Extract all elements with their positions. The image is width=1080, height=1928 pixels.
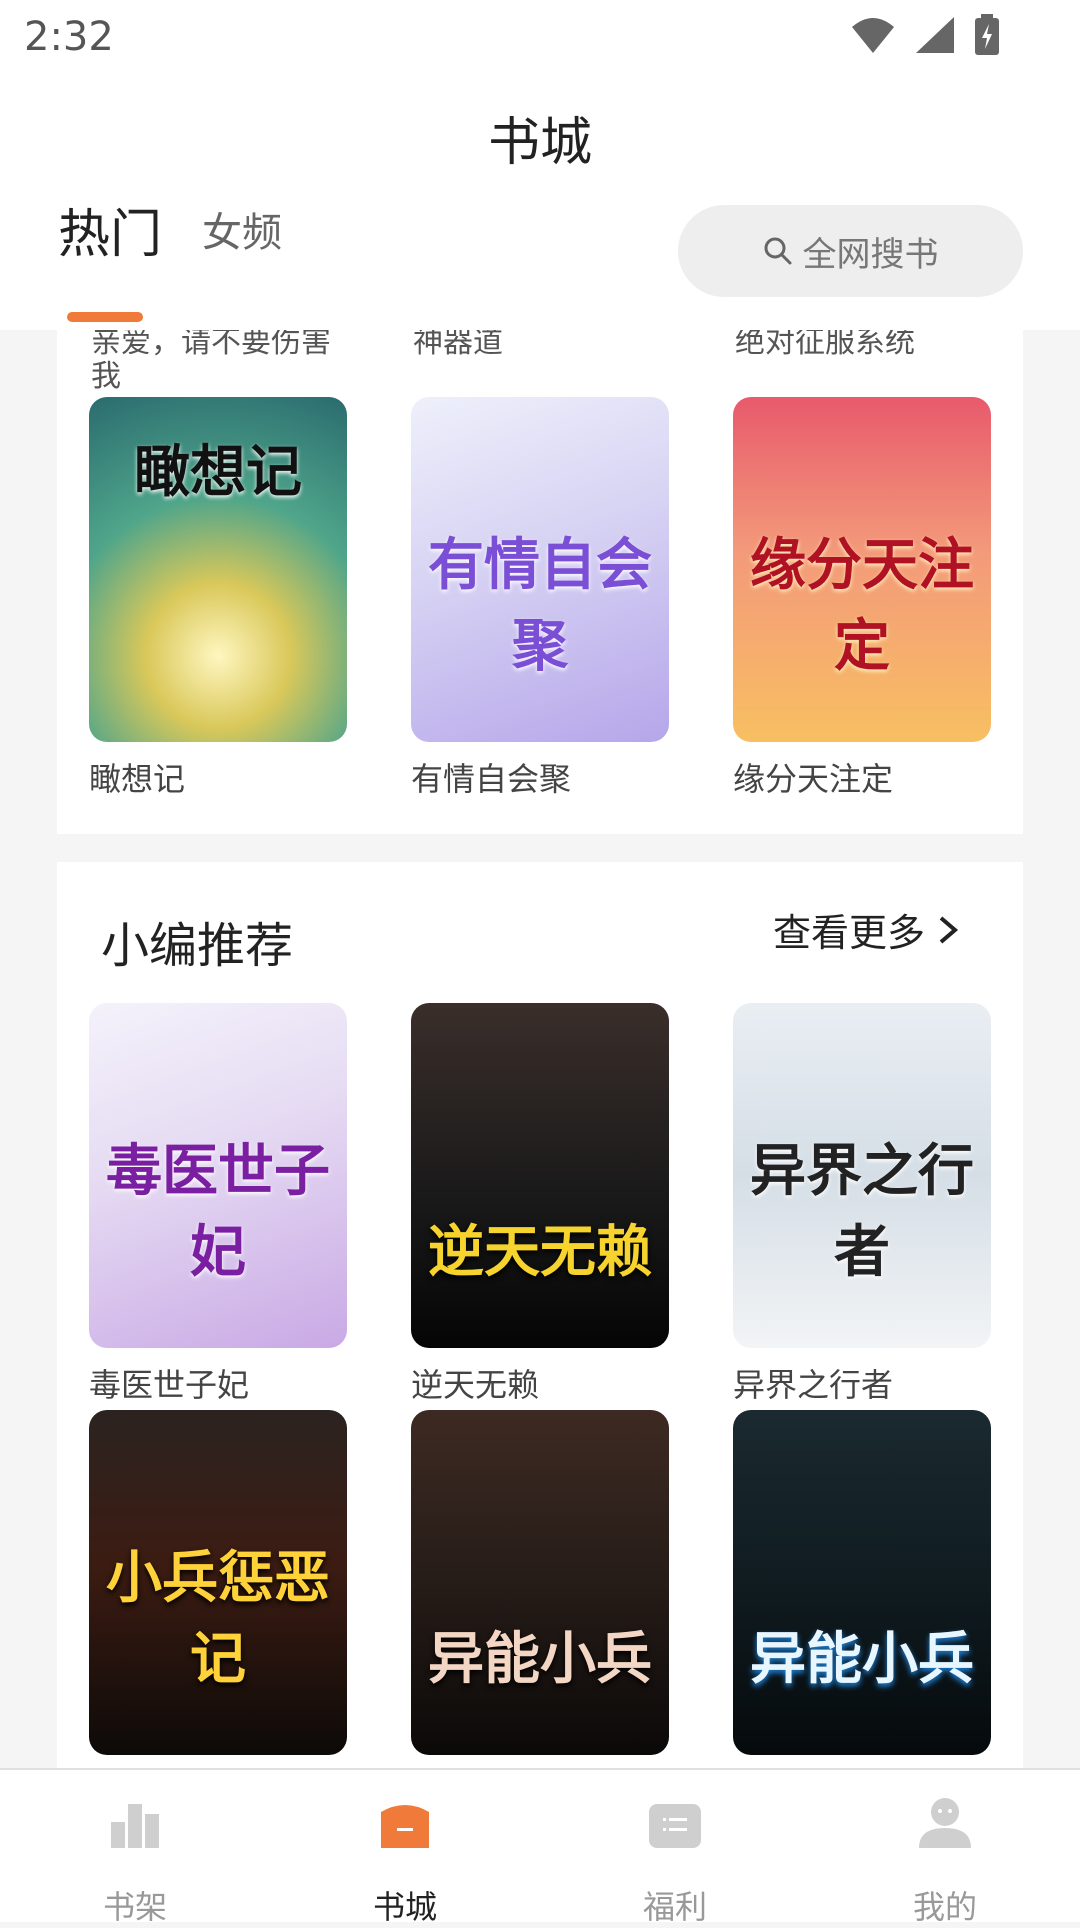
bookshelf-icon [111,1804,159,1848]
book-title: 有情自会聚 [411,760,572,798]
book-cover[interactable]: 异能小兵 [411,1410,669,1755]
page-title: 书城 [487,113,592,173]
book-title: 缘分天注定 [733,760,894,798]
tab-hot[interactable]: 热门 [58,192,162,267]
tab-female[interactable]: 女频 [202,200,282,258]
book-title: 异界之行者 [733,1366,894,1404]
nav-label: 福利 [642,1888,707,1926]
partial-book-title: 绝对征服系统 [735,330,915,360]
nav-label: 我的 [912,1888,977,1926]
search-icon [764,237,791,265]
chevron-right-icon [939,915,959,944]
view-more-label: 查看更多 [772,911,925,955]
book-cover-title: 异能小兵 [428,1626,652,1692]
book-item[interactable]: 毒医世子妃 毒医世子妃 [89,1003,347,1406]
signal-icon [916,17,954,53]
book-title: 逆天无赖 [411,1366,540,1404]
book-cover-title: 异能小兵 [750,1626,974,1692]
book-cover-title: 异界之行者 [750,1138,974,1285]
partial-book-title: 亲爱，请不要伤害我 [91,330,331,394]
book-cover-title: 逆天无赖 [428,1219,652,1285]
book-cover-title: 有情自会聚 [428,532,652,679]
book-cover[interactable]: 异能小兵 [733,1410,991,1755]
editor-picks-card: 小编推荐 查看更多 毒医世子妃 毒医世子妃 逆天无赖 逆天无赖 异界之行者 异界… [57,862,1023,1782]
nav-welfare[interactable]: 福利 [540,1770,810,1926]
book-cover[interactable]: 缘分天注定 [733,397,991,742]
section-title: 小编推荐 [101,918,294,974]
wifi-icon [852,18,894,53]
book-item[interactable]: 瞰想记 瞰想记 [89,397,347,800]
status-icons [850,14,1000,56]
status-time: 2:32 [24,14,114,60]
nav-profile[interactable]: 我的 [810,1770,1080,1926]
book-item[interactable]: 异能小兵 [411,1410,669,1755]
nav-label: 书城 [372,1888,437,1926]
view-more-link[interactable]: 查看更多 [773,902,963,957]
book-cover[interactable]: 逆天无赖 [411,1003,669,1348]
gift-icon [649,1804,701,1848]
hot-section-card: 亲爱，请不要伤害我 神器道 绝对征服系统 瞰想记 瞰想记 有情自会聚 有情自会聚… [57,330,1023,834]
partial-book-title: 神器道 [413,330,503,360]
book-cover-title: 瞰想记 [134,439,302,505]
search-label: 全网搜书 [802,234,939,275]
book-cover[interactable]: 瞰想记 [89,397,347,742]
book-cover[interactable]: 有情自会聚 [411,397,669,742]
book-cover-title: 缘分天注定 [750,532,974,679]
book-item[interactable]: 逆天无赖 逆天无赖 [411,1003,669,1406]
nav-label: 书架 [102,1888,167,1926]
nav-bookstore[interactable]: 书城 [270,1770,540,1926]
nav-bookshelf[interactable]: 书架 [0,1770,270,1926]
book-item[interactable]: 有情自会聚 有情自会聚 [411,397,669,800]
book-title: 毒医世子妃 [89,1366,250,1404]
book-cover[interactable]: 毒医世子妃 [89,1003,347,1348]
top-bar: 2:32 书城 热门 女频 全网搜书 [0,0,1080,330]
book-item[interactable]: 异能小兵 [733,1410,991,1755]
book-cover[interactable]: 异界之行者 [733,1003,991,1348]
battery-icon [975,14,999,55]
book-cover-title: 小兵惩恶记 [106,1545,330,1692]
bookstore-icon [381,1805,429,1848]
book-item[interactable]: 缘分天注定 缘分天注定 [733,397,991,800]
book-cover[interactable]: 小兵惩恶记 [89,1410,347,1755]
search-button[interactable]: 全网搜书 [678,205,1023,297]
book-item[interactable]: 小兵惩恶记 [89,1410,347,1755]
bottom-nav: 书架 书城 福利 我的 [0,1768,1080,1926]
profile-icon [919,1798,971,1848]
tab-indicator [67,312,143,322]
book-cover-title: 毒医世子妃 [106,1138,330,1285]
book-title: 瞰想记 [89,760,186,798]
book-item[interactable]: 异界之行者 异界之行者 [733,1003,991,1406]
